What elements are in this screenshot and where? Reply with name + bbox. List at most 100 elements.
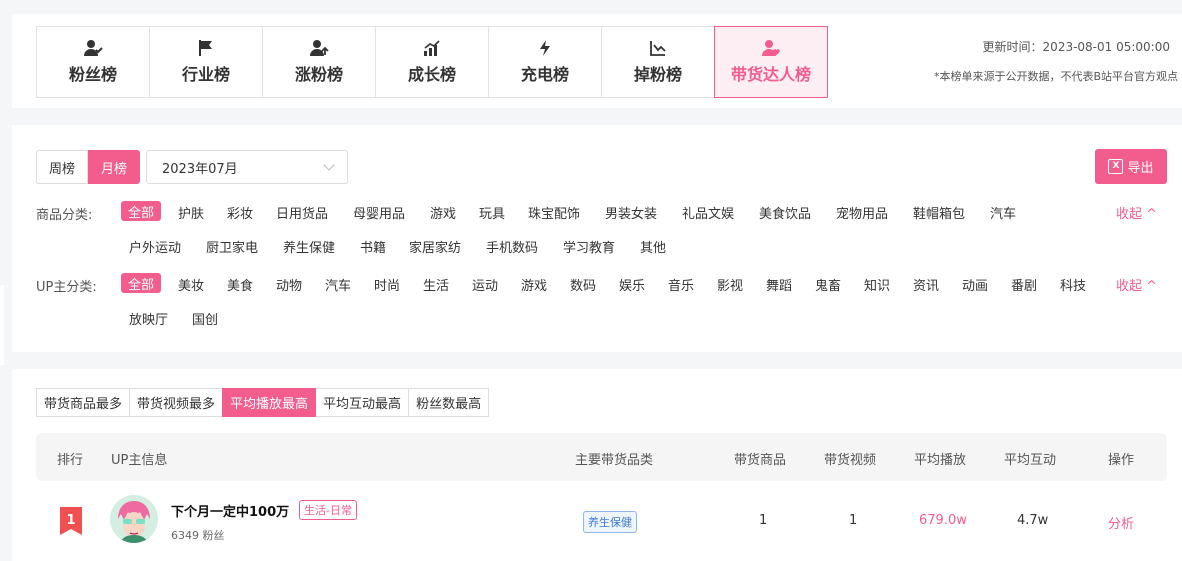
videos-count: 1 bbox=[849, 513, 858, 528]
up-chip[interactable]: 音乐 bbox=[668, 275, 694, 294]
up-chip[interactable]: 运动 bbox=[472, 275, 498, 294]
side-edge bbox=[0, 285, 4, 365]
rank-badge-icon: 1 bbox=[60, 507, 82, 535]
weekly-button[interactable]: 周榜 bbox=[36, 150, 89, 184]
tab-charge[interactable]: 充电榜 bbox=[488, 26, 602, 98]
sort-tab-most-products[interactable]: 带货商品最多 bbox=[36, 388, 131, 417]
bar-chart-icon bbox=[423, 39, 441, 57]
product-chip[interactable]: 礼品文娱 bbox=[682, 203, 734, 222]
up-chip[interactable]: 美食 bbox=[227, 275, 253, 294]
up-chip[interactable]: 番剧 bbox=[1011, 275, 1037, 294]
up-chip[interactable]: 资讯 bbox=[913, 275, 939, 294]
chevron-up-icon: ^ bbox=[1146, 207, 1158, 222]
up-chip[interactable]: 动画 bbox=[962, 275, 988, 294]
avg-interaction-value: 4.7w bbox=[1017, 513, 1049, 528]
product-chip[interactable]: 护肤 bbox=[178, 203, 204, 222]
header-main-category: 主要带货品类 bbox=[575, 453, 654, 468]
product-chip[interactable]: 游戏 bbox=[430, 203, 456, 222]
tab-industry[interactable]: 行业榜 bbox=[149, 26, 263, 98]
source-note: *本榜单来源于公开数据，不代表B站平台官方观点 bbox=[933, 70, 1178, 83]
tab-fan-loss[interactable]: 掉粉榜 bbox=[601, 26, 715, 98]
up-chip[interactable]: 知识 bbox=[864, 275, 890, 294]
flag-icon bbox=[198, 39, 214, 57]
product-collapse-button[interactable]: 收起 ^ bbox=[1116, 203, 1157, 222]
collapse-label: 收起 bbox=[1116, 279, 1143, 294]
up-name[interactable]: 下个月一定中100万 bbox=[171, 501, 289, 520]
ranking-tabs-card: 粉丝榜 行业榜 涨粉榜 成长榜 充电榜 掉粉榜 带货达人榜 更新时间：2023-… bbox=[12, 14, 1182, 108]
up-chip[interactable]: 影视 bbox=[717, 275, 743, 294]
fans-user-icon bbox=[83, 39, 103, 57]
up-chip[interactable]: 鬼畜 bbox=[815, 275, 841, 294]
analyze-link[interactable]: 分析 bbox=[1108, 513, 1134, 532]
tab-label: 成长榜 bbox=[407, 65, 456, 84]
product-category-label: 商品分类: bbox=[36, 208, 93, 223]
chevron-down-icon bbox=[323, 159, 335, 171]
product-chip[interactable]: 学习教育 bbox=[563, 237, 615, 256]
up-chip[interactable]: 娱乐 bbox=[619, 275, 645, 294]
month-select[interactable]: 2023年07月 bbox=[146, 150, 348, 184]
up-chip[interactable]: 动物 bbox=[276, 275, 302, 294]
up-chip-all[interactable]: 全部 bbox=[121, 273, 162, 293]
ranking-table-card: 带货商品最多 带货视频最多 平均播放最高 平均互动最高 粉丝数最高 排行 UP主… bbox=[12, 369, 1182, 561]
product-chip[interactable]: 玩具 bbox=[479, 203, 505, 222]
user-growth-icon bbox=[309, 39, 329, 57]
up-chip[interactable]: 时尚 bbox=[374, 275, 400, 294]
up-chip[interactable]: 放映厅 bbox=[129, 309, 168, 328]
up-chip[interactable]: 国创 bbox=[192, 309, 218, 328]
tab-fan-growth[interactable]: 涨粉榜 bbox=[262, 26, 376, 98]
up-chip[interactable]: 汽车 bbox=[325, 275, 351, 294]
monthly-button[interactable]: 月榜 bbox=[88, 150, 141, 184]
tab-label: 粉丝榜 bbox=[68, 65, 117, 84]
product-chip[interactable]: 鞋帽箱包 bbox=[913, 203, 965, 222]
up-chip[interactable]: 生活 bbox=[423, 275, 449, 294]
user-heart-icon bbox=[761, 39, 781, 57]
update-time: 更新时间：2023-08-01 05:00:00 bbox=[982, 40, 1170, 54]
collapse-label: 收起 bbox=[1116, 207, 1143, 222]
up-fans-count: 6349 粉丝 bbox=[171, 529, 225, 542]
product-chip[interactable]: 厨卫家电 bbox=[206, 237, 258, 256]
excel-icon: X bbox=[1108, 159, 1124, 174]
up-collapse-button[interactable]: 收起 ^ bbox=[1116, 275, 1157, 294]
up-chip[interactable]: 科技 bbox=[1060, 275, 1086, 294]
sort-tab-most-videos[interactable]: 带货视频最多 bbox=[129, 388, 224, 417]
up-chip[interactable]: 游戏 bbox=[521, 275, 547, 294]
product-chip[interactable]: 手机数码 bbox=[486, 237, 538, 256]
chevron-up-icon: ^ bbox=[1146, 279, 1158, 294]
avg-play-value: 679.0w bbox=[919, 513, 967, 528]
sort-tab-highest-avg-interaction[interactable]: 平均互动最高 bbox=[315, 388, 410, 417]
product-chip[interactable]: 其他 bbox=[640, 237, 666, 256]
product-chip[interactable]: 男装女装 bbox=[605, 203, 657, 222]
export-button[interactable]: X 导出 bbox=[1095, 149, 1167, 184]
up-chip[interactable]: 美妆 bbox=[178, 275, 204, 294]
tab-growth[interactable]: 成长榜 bbox=[375, 26, 489, 98]
product-chip[interactable]: 美食饮品 bbox=[759, 203, 811, 222]
filter-card: 周榜 月榜 2023年07月 X 导出 商品分类: 全部 护肤 彩妆 日用货品 … bbox=[12, 125, 1182, 352]
tab-label: 涨粉榜 bbox=[294, 65, 343, 84]
tab-fans[interactable]: 粉丝榜 bbox=[36, 26, 150, 98]
product-chip[interactable]: 母婴用品 bbox=[353, 203, 405, 222]
header-action: 操作 bbox=[1108, 453, 1135, 468]
sort-tab-highest-avg-play[interactable]: 平均播放最高 bbox=[222, 388, 317, 417]
table-header: 排行 UP主信息 主要带货品类 带货商品 带货视频 平均播放 平均互动 操作 bbox=[36, 433, 1167, 481]
ranking-tabs: 粉丝榜 行业榜 涨粉榜 成长榜 充电榜 掉粉榜 带货达人榜 bbox=[36, 26, 828, 98]
product-chip[interactable]: 家居家纺 bbox=[409, 237, 461, 256]
product-chip[interactable]: 汽车 bbox=[990, 203, 1016, 222]
product-chip[interactable]: 养生保健 bbox=[283, 237, 335, 256]
tab-label: 行业榜 bbox=[181, 65, 230, 84]
export-label: 导出 bbox=[1127, 161, 1154, 176]
product-chip[interactable]: 日用货品 bbox=[276, 203, 328, 222]
up-chip[interactable]: 舞蹈 bbox=[766, 275, 792, 294]
tab-label: 充电榜 bbox=[520, 65, 569, 84]
product-chip[interactable]: 宠物用品 bbox=[836, 203, 888, 222]
product-chip[interactable]: 户外运动 bbox=[129, 237, 181, 256]
up-category-tag: 生活-日常 bbox=[299, 500, 357, 520]
avatar[interactable] bbox=[110, 495, 158, 543]
up-chip[interactable]: 数码 bbox=[570, 275, 596, 294]
rank-number: 1 bbox=[66, 513, 75, 528]
product-chip[interactable]: 珠宝配饰 bbox=[528, 203, 580, 222]
tab-sales-influencer[interactable]: 带货达人榜 bbox=[714, 26, 828, 98]
product-chip-all[interactable]: 全部 bbox=[121, 201, 162, 221]
product-chip[interactable]: 彩妆 bbox=[227, 203, 253, 222]
product-chip[interactable]: 书籍 bbox=[360, 237, 386, 256]
sort-tab-most-fans[interactable]: 粉丝数最高 bbox=[408, 388, 490, 417]
